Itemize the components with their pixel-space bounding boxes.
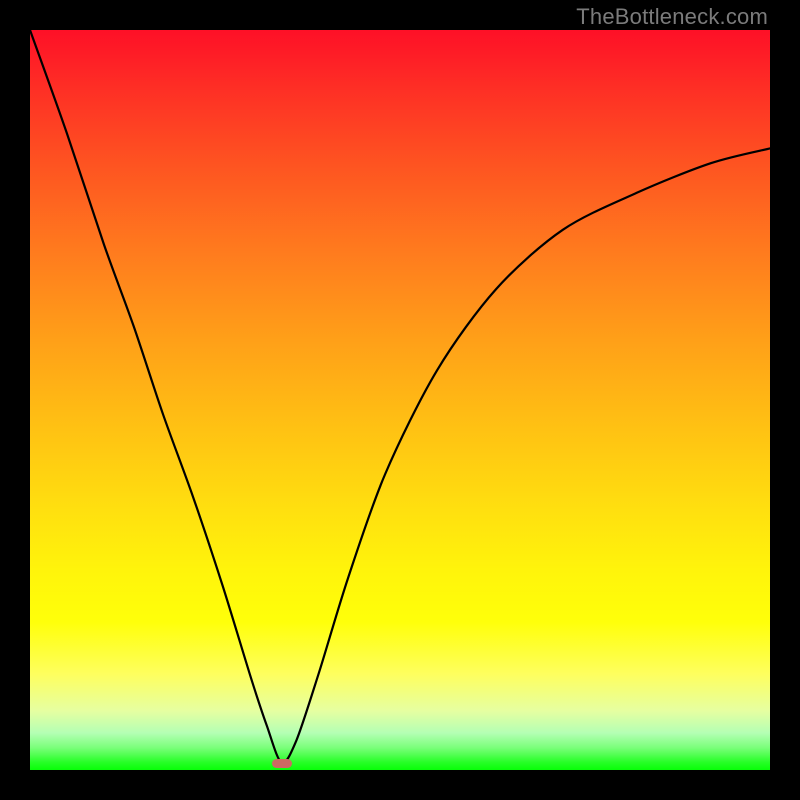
plot-area [30, 30, 770, 770]
curve-path [30, 30, 770, 763]
watermark-text: TheBottleneck.com [576, 4, 768, 30]
bottleneck-curve [30, 30, 770, 770]
chart-frame: TheBottleneck.com [0, 0, 800, 800]
valley-marker [272, 759, 292, 768]
